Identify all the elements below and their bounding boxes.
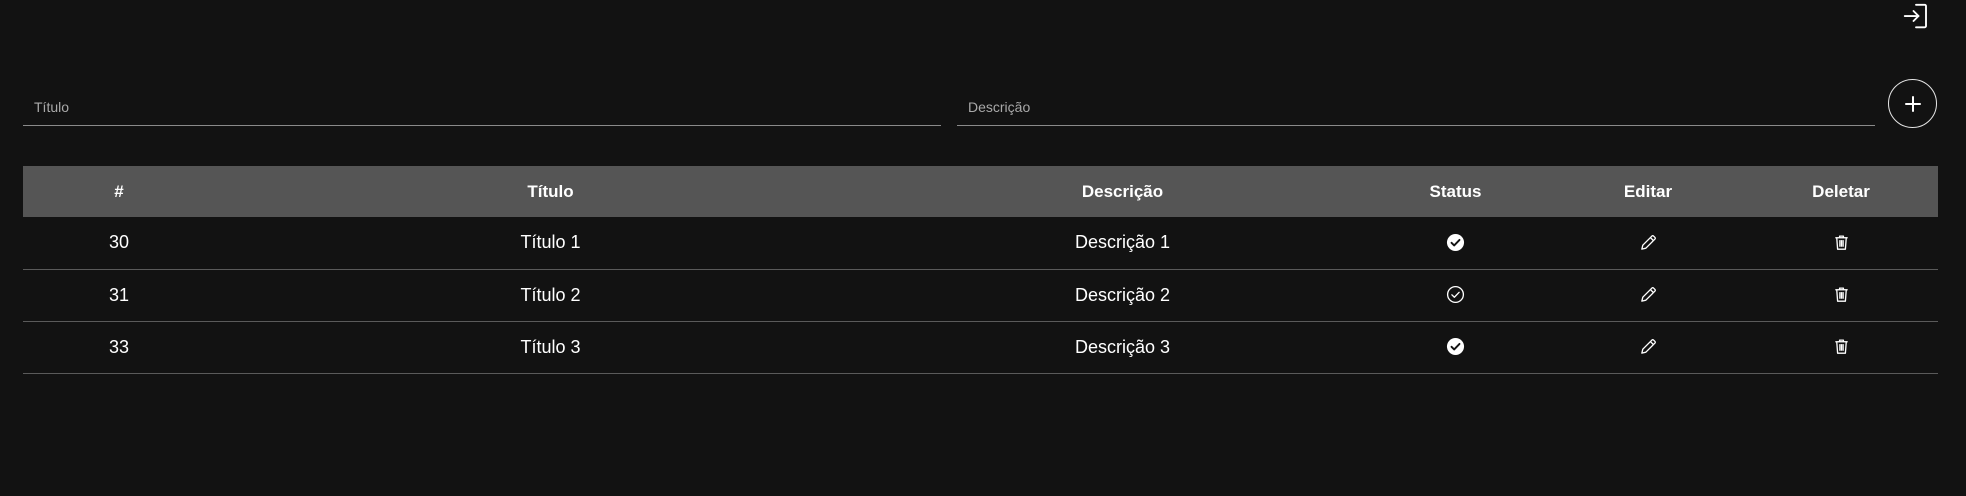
check-circle-outline-icon (1446, 285, 1465, 303)
page: # Título Descrição Status Editar Deletar… (0, 0, 1966, 496)
table-body: 30 Título 1 Descrição 1 31 Título 2 Desc… (23, 217, 1938, 373)
pencil-icon (1640, 286, 1656, 302)
column-header-id: # (114, 181, 124, 201)
check-circle-filled-icon (1446, 233, 1465, 251)
cell-id: 31 (108, 284, 130, 305)
check-circle-filled-icon (1446, 337, 1465, 355)
logout-button[interactable] (1900, 0, 1932, 32)
table-row: 31 Título 2 Descrição 2 (23, 269, 1938, 321)
cell-description: Descrição 2 (1074, 284, 1171, 305)
cell-id: 33 (108, 336, 130, 357)
header-row: # Título Descrição Status Editar Deletar (23, 166, 1938, 217)
cell-status (1359, 321, 1552, 373)
cell-delete (1744, 321, 1938, 373)
trash-icon (1834, 339, 1848, 354)
edit-button[interactable] (1635, 281, 1661, 307)
status-toggle-button[interactable] (1443, 281, 1469, 307)
delete-button[interactable] (1828, 333, 1854, 359)
table-header: # Título Descrição Status Editar Deletar (23, 166, 1938, 217)
cell-description: Descrição 1 (1074, 232, 1171, 253)
cell-title: Título 1 (520, 232, 581, 253)
pencil-icon (1640, 234, 1656, 250)
title-field (23, 86, 941, 126)
cell-delete (1744, 269, 1938, 321)
cell-edit (1552, 269, 1744, 321)
column-header-edit: Editar (1623, 181, 1673, 201)
column-header-delete: Deletar (1812, 181, 1870, 201)
cell-status (1359, 269, 1552, 321)
delete-button[interactable] (1828, 281, 1854, 307)
add-task-button[interactable] (1888, 79, 1937, 128)
cell-status (1359, 217, 1552, 269)
trash-icon (1834, 287, 1848, 302)
title-input[interactable] (23, 86, 941, 125)
cell-delete (1744, 217, 1938, 269)
cell-edit (1552, 321, 1744, 373)
pencil-icon (1640, 338, 1656, 354)
description-input[interactable] (957, 86, 1875, 125)
plus-icon (1904, 95, 1921, 112)
cell-title: Título 2 (520, 284, 581, 305)
trash-icon (1834, 234, 1848, 250)
edit-button[interactable] (1635, 229, 1661, 255)
sign-in-icon (1903, 3, 1927, 29)
status-toggle-button[interactable] (1443, 229, 1469, 255)
description-field (957, 86, 1875, 126)
column-header-description: Descrição (1081, 181, 1164, 201)
delete-button[interactable] (1828, 229, 1854, 255)
cell-description: Descrição 3 (1074, 336, 1171, 357)
status-toggle-button[interactable] (1443, 333, 1469, 359)
cell-title: Título 3 (520, 336, 581, 357)
table-row: 33 Título 3 Descrição 3 (23, 321, 1938, 373)
cell-edit (1552, 217, 1744, 269)
tasks-table: # Título Descrição Status Editar Deletar… (23, 166, 1938, 374)
table-row: 30 Título 1 Descrição 1 (23, 217, 1938, 269)
column-header-status: Status (1429, 181, 1482, 201)
column-header-title: Título (527, 181, 574, 201)
edit-button[interactable] (1635, 333, 1661, 359)
cell-id: 30 (108, 232, 130, 253)
